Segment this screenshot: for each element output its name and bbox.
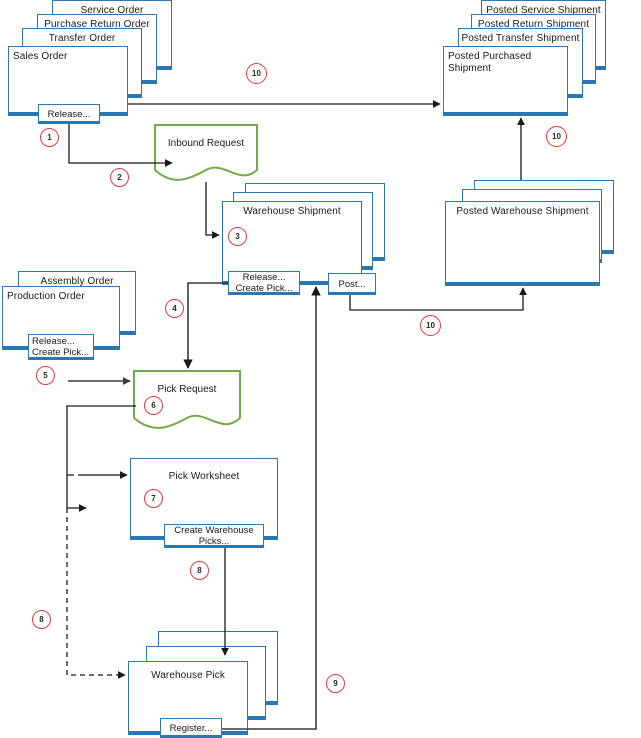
- node-label: Pick Request: [157, 384, 217, 395]
- node-label: Posted Purchased Shipment: [448, 51, 532, 74]
- action-label: Post...: [338, 278, 366, 290]
- step-badge-6: 6: [144, 396, 163, 415]
- connector-inbound-request-to-warehouse-shipment: [205, 182, 220, 239]
- node-label: Transfer Order: [48, 33, 116, 44]
- step-badge-10-right: 10: [546, 126, 567, 147]
- action-accent-bar: [228, 292, 300, 295]
- badge-number: 10: [426, 321, 435, 330]
- node-accent-bar: [445, 282, 600, 286]
- node-label: Sales Order: [13, 51, 68, 62]
- action-accent-bar: [164, 545, 264, 548]
- step-badge-2: 2: [110, 168, 129, 187]
- badge-number: 1: [47, 133, 52, 142]
- action-pick-worksheet-create-warehouse-picks[interactable]: Create Warehouse Picks...: [164, 524, 264, 548]
- step-badge-8b: 8: [32, 610, 51, 629]
- node-label: Production Order: [7, 291, 85, 302]
- node-posted-warehouse-shipment[interactable]: Posted Warehouse Shipment: [445, 201, 600, 286]
- node-label: Warehouse Pick: [151, 670, 225, 681]
- action-label-create-warehouse: Create Warehouse: [174, 525, 254, 536]
- node-label: Posted Transfer Shipment: [461, 33, 580, 44]
- action-warehouse-shipment-release-create-pick[interactable]: Release... Create Pick...: [228, 271, 300, 295]
- step-badge-4: 4: [165, 299, 184, 318]
- connector-pick-request-trunk: [66, 405, 136, 508]
- step-badge-8: 8: [190, 561, 209, 580]
- step-badge-3: 3: [228, 227, 247, 246]
- step-badge-10-bottom: 10: [420, 315, 441, 336]
- node-label: Inbound Request: [167, 138, 245, 149]
- action-accent-bar: [328, 292, 376, 295]
- action-production-order-release-create-pick[interactable]: Release... Create Pick...: [28, 334, 94, 360]
- step-badge-9: 9: [326, 674, 345, 693]
- step-badge-5: 5: [36, 366, 55, 385]
- connector-warehouse-shipment-to-pick-request: [183, 282, 228, 369]
- action-label-release: Release...: [32, 336, 75, 347]
- node-label: Posted Warehouse Shipment: [456, 206, 589, 217]
- workflow-diagram: Service Order Purchase Return Order Tran…: [0, 0, 641, 738]
- badge-number: 2: [117, 173, 122, 182]
- document-shape-icon: [154, 124, 258, 181]
- action-sales-order-release[interactable]: Release...: [38, 104, 100, 124]
- step-badge-10-top: 10: [246, 63, 267, 84]
- node-inbound-request[interactable]: Inbound Request: [154, 124, 258, 184]
- action-label: Release...: [47, 108, 91, 120]
- action-warehouse-shipment-post[interactable]: Post...: [328, 273, 376, 295]
- badge-number: 8: [197, 566, 202, 575]
- node-label: Pick Worksheet: [168, 471, 240, 482]
- action-label: Register...: [169, 722, 213, 734]
- action-warehouse-pick-register[interactable]: Register...: [160, 718, 222, 738]
- node-posted-purchased-shipment[interactable]: Posted Purchased Shipment: [443, 46, 568, 116]
- badge-number: 10: [552, 132, 561, 141]
- step-badge-1: 1: [40, 128, 59, 147]
- badge-number: 7: [151, 494, 156, 503]
- badge-number: 10: [252, 69, 261, 78]
- action-label-release: Release...: [242, 272, 286, 283]
- badge-number: 9: [333, 679, 338, 688]
- badge-number: 5: [43, 371, 48, 380]
- step-badge-7: 7: [144, 489, 163, 508]
- connector-pick-request-to-warehouse-pick-dashed: [66, 508, 126, 679]
- badge-number: 4: [172, 304, 177, 313]
- node-accent-bar: [443, 112, 568, 116]
- badge-number: 6: [151, 401, 156, 410]
- action-accent-bar: [28, 357, 94, 360]
- node-label: Warehouse Shipment: [243, 206, 341, 217]
- action-accent-bar: [38, 121, 100, 124]
- badge-number: 3: [235, 232, 240, 241]
- badge-number: 8: [39, 615, 44, 624]
